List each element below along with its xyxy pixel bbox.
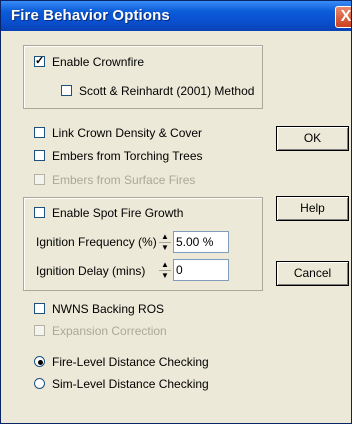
ignition-delay-field[interactable]: 0 [173,259,229,281]
sim-level-distance-label: Sim-Level Distance Checking [52,377,209,391]
check-icon: ✓ [34,55,45,67]
enable-crownfire-label: Enable Crownfire [52,55,145,69]
expansion-correction-label: Expansion Correction [52,324,167,338]
embers-surface-label: Embers from Surface Fires [52,173,196,187]
title-bar[interactable]: Fire Behavior Options X [1,1,351,31]
nwns-backing-ros-label: NWNS Backing ROS [52,302,165,316]
dialog-body: ✓ Enable Crownfire Scott & Reinhardt (20… [1,31,351,423]
radio-selected-dot [38,360,43,365]
ignition-delay-label: Ignition Delay (mins) [36,264,146,278]
ignition-frequency-label: Ignition Frequency (%) [36,235,157,249]
window-title: Fire Behavior Options [11,7,170,24]
ignition-frequency-spinner[interactable]: ▲ ▼ [159,231,171,253]
enable-spot-fire-label: Enable Spot Fire Growth [52,206,184,220]
scott-reinhardt-label: Scott & Reinhardt (2001) Method [79,84,255,98]
fire-behavior-options-dialog: Fire Behavior Options X ✓ Enable Crownfi… [0,0,352,424]
ignition-delay-spinner[interactable]: ▲ ▼ [159,259,171,281]
embers-torching-label: Embers from Torching Trees [52,149,203,163]
fire-level-distance-label: Fire-Level Distance Checking [52,355,209,369]
close-button[interactable]: X [335,6,351,28]
help-button[interactable]: Help [276,196,349,221]
spin-down-icon[interactable]: ▼ [159,270,171,281]
spin-down-icon[interactable]: ▼ [159,242,171,253]
link-crown-density-label: Link Crown Density & Cover [52,126,203,140]
cancel-button[interactable]: Cancel [276,261,349,286]
ok-button[interactable]: OK [276,126,349,151]
ignition-frequency-field[interactable]: 5.00 % [173,231,229,253]
